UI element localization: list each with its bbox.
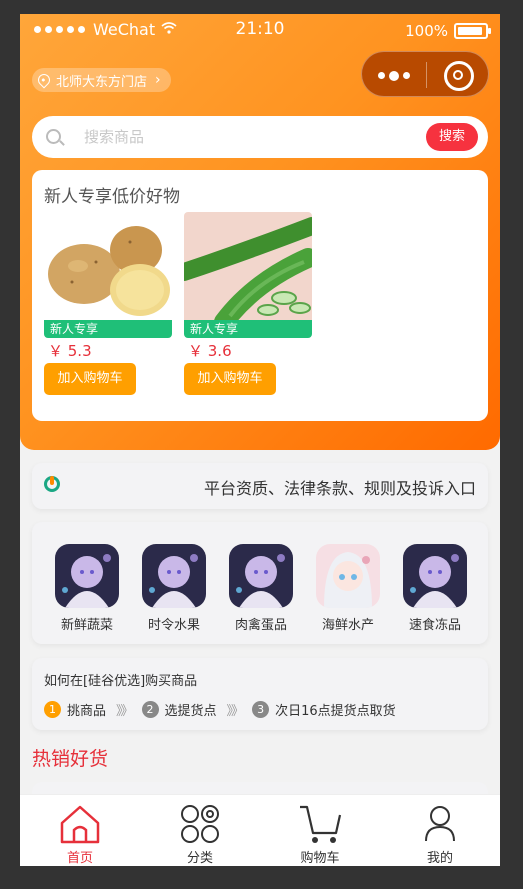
category-avatar[interactable] <box>142 544 206 608</box>
search-icon <box>46 129 61 144</box>
arrow-icon: 》》 <box>116 704 133 719</box>
add-to-cart-button[interactable]: 加入购物车 <box>44 363 136 395</box>
category-avatar[interactable] <box>55 544 119 608</box>
tab-category[interactable]: 分类 <box>140 803 260 866</box>
new-user-section: 新人专享低价好物 新人专享 ￥ 5.3 加入购物车 新人专享 ￥ 3.6 加入购… <box>32 170 488 421</box>
chevron-right-icon: › <box>155 72 161 88</box>
category-item[interactable]: 肉禽蛋品 <box>226 544 296 633</box>
guide-steps: 1 挑商品 》》 2 选提货点 》》 3 次日16点提货点取货 <box>44 700 396 719</box>
arrow-icon: 》》 <box>226 704 244 719</box>
category-label: 新鲜蔬菜 <box>60 618 113 633</box>
bottom-tab-bar: 首页 分类 购物车 我的 <box>20 794 500 866</box>
category-grid: 新鲜蔬菜 时令水果 肉禽蛋品 海鲜水产 速食冻品 <box>32 522 488 644</box>
step-number: 3 <box>252 701 270 718</box>
category-item[interactable]: 新鲜蔬菜 <box>52 544 122 633</box>
hot-products-title: 热销好货 <box>32 748 109 770</box>
search-button[interactable]: 搜索 <box>426 123 478 151</box>
cart-icon <box>260 803 380 845</box>
product-image-cucumber[interactable] <box>184 212 312 320</box>
category-item[interactable]: 海鲜水产 <box>313 544 383 633</box>
product-price: ￥ 5.3 <box>48 342 92 360</box>
miniprogram-capsule <box>361 51 489 97</box>
tab-home[interactable]: 首页 <box>20 803 140 866</box>
category-label: 速食冻品 <box>408 618 461 633</box>
section-title: 新人专享低价好物 <box>44 187 180 207</box>
search-input[interactable]: 搜索商品 <box>84 125 144 149</box>
tab-label: 分类 <box>186 851 213 866</box>
brand-logo-icon <box>44 476 60 492</box>
store-name: 北师大东方门店 <box>56 74 148 90</box>
category-label: 海鲜水产 <box>321 618 374 633</box>
category-item[interactable]: 速食冻品 <box>400 544 470 633</box>
tab-cart[interactable]: 购物车 <box>260 803 380 866</box>
category-icon <box>140 803 260 845</box>
tab-label: 我的 <box>426 851 453 866</box>
step-number: 2 <box>141 701 159 718</box>
user-icon <box>380 803 500 845</box>
phone-screen: WeChat 21:10 100% 北师大东方门店 › 搜索商品 搜索 新人专享… <box>20 14 500 866</box>
product-card[interactable]: 新人专享 ￥ 3.6 加入购物车 <box>184 212 312 395</box>
battery-icon <box>454 23 491 39</box>
step-label: 次日16点提货点取货 <box>275 704 396 719</box>
store-location-selector[interactable]: 北师大东方门店 › <box>32 68 171 92</box>
category-label: 时令水果 <box>147 618 200 633</box>
status-bar: WeChat 21:10 100% <box>20 14 500 44</box>
platform-info-text[interactable]: 平台资质、法律条款、规则及投诉入口 <box>204 475 476 499</box>
location-pin-icon <box>35 71 53 89</box>
purchase-guide: 如何在[硅谷优选]购买商品 1 挑商品 》》 2 选提货点 》》 3 次日16点… <box>32 658 488 730</box>
header-background: WeChat 21:10 100% 北师大东方门店 › 搜索商品 搜索 新人专享… <box>20 14 500 450</box>
more-menu-icon[interactable] <box>378 70 410 81</box>
add-to-cart-button[interactable]: 加入购物车 <box>184 363 276 395</box>
product-image-potato[interactable] <box>44 212 172 320</box>
tab-label: 购物车 <box>300 851 340 866</box>
product-price: ￥ 3.6 <box>188 342 232 360</box>
close-miniprogram-icon[interactable] <box>444 61 474 91</box>
capsule-divider <box>426 62 427 88</box>
product-card[interactable]: 新人专享 ￥ 5.3 加入购物车 <box>44 212 172 395</box>
search-bar[interactable]: 搜索商品 搜索 <box>32 116 488 158</box>
category-item[interactable]: 时令水果 <box>139 544 209 633</box>
step-label: 挑商品 <box>67 704 107 719</box>
new-user-tag: 新人专享 <box>184 320 312 338</box>
tab-mine[interactable]: 我的 <box>380 803 500 866</box>
category-label: 肉禽蛋品 <box>234 618 287 633</box>
platform-info-bar[interactable]: 平台资质、法律条款、规则及投诉入口 <box>32 463 488 509</box>
step-label: 选提货点 <box>164 704 217 719</box>
tab-label: 首页 <box>66 851 93 866</box>
guide-question: 如何在[硅谷优选]购买商品 <box>44 674 198 689</box>
category-avatar[interactable] <box>316 544 380 608</box>
category-avatar[interactable] <box>403 544 467 608</box>
new-user-tag: 新人专享 <box>44 320 172 338</box>
home-icon <box>20 803 140 845</box>
battery-percent: 100% <box>405 22 448 40</box>
step-number: 1 <box>44 701 61 718</box>
category-avatar[interactable] <box>229 544 293 608</box>
